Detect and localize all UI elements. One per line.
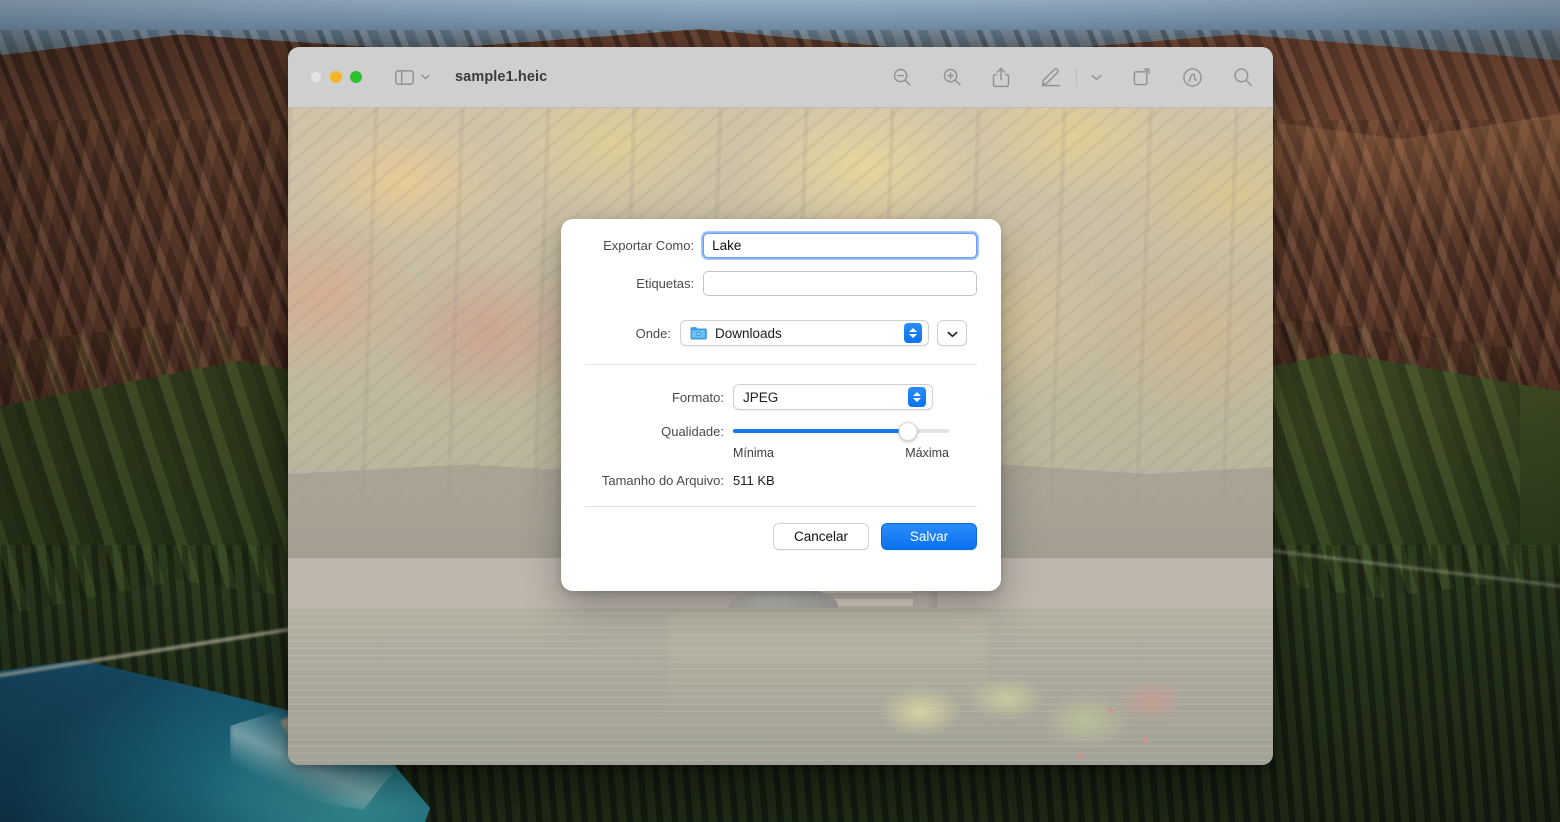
format-popup-button[interactable]: JPEG: [733, 384, 933, 410]
sidebar-toggle-button[interactable]: [395, 69, 430, 85]
tags-label: Etiquetas:: [636, 276, 695, 291]
quality-scale-labels: Mínima Máxima: [585, 446, 977, 460]
dialog-button-row: Cancelar Salvar: [561, 507, 1001, 550]
share-icon[interactable]: [992, 67, 1010, 88]
zoom-out-icon[interactable]: [892, 67, 912, 87]
file-size-value: 511 KB: [733, 473, 775, 488]
maximize-button[interactable]: [350, 71, 362, 83]
quality-row: Qualidade:: [585, 421, 977, 441]
rotate-icon[interactable]: [1132, 67, 1152, 87]
format-row: Formato: JPEG: [585, 384, 977, 410]
export-name-input[interactable]: Lake: [701, 231, 979, 260]
where-popup-button[interactable]: Downloads: [680, 320, 929, 346]
export-dialog: Exportar Como: Lake Etiquetas: Onde: Dow…: [561, 219, 1001, 591]
chevron-down-icon: [946, 326, 958, 341]
sidebar-icon: [395, 69, 414, 85]
chevron-down-icon: [421, 74, 430, 80]
export-as-row: Exportar Como: Lake: [585, 231, 979, 260]
where-stepper-icon[interactable]: [904, 323, 922, 343]
where-label: Onde:: [635, 325, 671, 341]
annotate-icon[interactable]: [1182, 67, 1203, 88]
toolbar-divider: [1076, 68, 1077, 86]
where-row: Onde: Downloads: [585, 320, 977, 346]
expand-browser-button[interactable]: [937, 320, 967, 346]
format-stepper-icon[interactable]: [908, 387, 926, 407]
export-as-label: Exportar Como:: [603, 238, 695, 253]
traffic-lights: [310, 71, 362, 83]
minimize-button[interactable]: [330, 71, 342, 83]
window-titlebar: sample1.heic: [288, 47, 1273, 108]
downloads-folder-icon: [690, 326, 707, 340]
tags-row: Etiquetas:: [585, 271, 977, 296]
section-divider-1: [585, 364, 977, 365]
cancel-button[interactable]: Cancelar: [773, 523, 869, 550]
search-icon[interactable]: [1233, 67, 1253, 87]
file-size-label: Tamanho do Arquivo:: [601, 473, 724, 488]
format-value: JPEG: [743, 389, 779, 405]
export-dialog-top-section: Exportar Como: Lake Etiquetas: Onde: Dow…: [561, 231, 1001, 365]
quality-slider-fill: [733, 429, 908, 433]
close-button[interactable]: [310, 71, 322, 83]
where-value: Downloads: [715, 325, 782, 341]
quality-slider-knob[interactable]: [898, 421, 918, 441]
quality-label: Qualidade:: [661, 423, 724, 439]
format-label: Formato:: [671, 389, 724, 405]
toolbar-right: [892, 67, 1253, 88]
quality-slider[interactable]: [733, 421, 949, 441]
export-dialog-format-section: Formato: JPEG Qualidade: Mínima Máxima T…: [561, 384, 1001, 507]
save-button[interactable]: Salvar: [881, 523, 977, 550]
zoom-in-icon[interactable]: [942, 67, 962, 87]
chevron-down-icon[interactable]: [1091, 74, 1102, 81]
window-title: sample1.heic: [455, 69, 548, 85]
markup-icon[interactable]: [1040, 67, 1062, 87]
quality-min-label: Mínima: [733, 446, 774, 460]
file-size-row: Tamanho do Arquivo: 511 KB: [585, 473, 977, 488]
tags-input[interactable]: [703, 271, 977, 296]
quality-max-label: Máxima: [905, 446, 949, 460]
